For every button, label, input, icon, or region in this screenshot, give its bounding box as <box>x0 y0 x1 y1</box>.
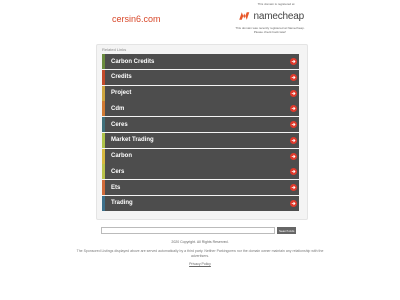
search-ads-button[interactable]: Search Ads <box>277 227 297 234</box>
right-arrow-circle-icon[interactable] <box>290 184 297 191</box>
color-stripe <box>102 164 105 180</box>
related-link-label: Market Trading <box>111 137 154 144</box>
right-arrow-circle-icon[interactable] <box>290 89 297 97</box>
related-link-label: Cdm <box>111 105 125 112</box>
disclaimer-text: The Sponsored Listings displayed above a… <box>76 249 324 258</box>
namecheap-wordmark: namecheap <box>253 10 305 22</box>
related-link-item[interactable]: Market Trading <box>102 132 299 148</box>
related-link-item[interactable]: Carbon Credits <box>102 54 299 69</box>
parked-domain-page: cersin6.com This domain is registered at… <box>0 0 400 300</box>
right-arrow-circle-icon[interactable] <box>290 136 297 144</box>
right-arrow-circle-icon[interactable] <box>290 168 297 176</box>
right-arrow-circle-icon[interactable] <box>290 152 297 160</box>
related-link-item[interactable]: Cers <box>102 164 299 180</box>
related-link-item[interactable]: Ets <box>102 180 299 195</box>
right-arrow-circle-icon[interactable] <box>290 121 297 128</box>
color-stripe <box>102 132 105 148</box>
related-link-label: Credits <box>111 74 132 81</box>
related-link-label: Cers <box>111 168 125 175</box>
namecheap-logo[interactable]: namecheap <box>238 7 304 25</box>
right-arrow-circle-icon[interactable] <box>290 105 297 113</box>
related-link-label: Trading <box>111 200 133 207</box>
registrar-note: This domain was recently registered at N… <box>235 26 305 34</box>
related-link-item[interactable]: Credits <box>102 69 299 85</box>
related-link-item[interactable]: Ceres <box>102 117 299 132</box>
color-stripe <box>102 180 105 195</box>
color-stripe <box>102 195 105 211</box>
search-input[interactable] <box>101 227 275 234</box>
color-stripe <box>102 101 105 117</box>
color-stripe <box>102 54 105 69</box>
copyright-text: 2020 Copyright. All Rights Reserved. <box>171 240 229 244</box>
privacy-policy-link[interactable]: Privacy Policy <box>180 262 220 266</box>
related-link-label: Carbon Credits <box>111 58 155 65</box>
related-link-item[interactable]: Cdm <box>102 101 299 117</box>
color-stripe <box>102 85 105 101</box>
related-link-item[interactable]: Trading <box>102 195 299 211</box>
domain-name: cersin6.com <box>112 14 161 24</box>
namecheap-logo-icon <box>239 12 250 20</box>
related-link-label: Ets <box>111 184 121 191</box>
right-arrow-circle-icon[interactable] <box>290 73 297 81</box>
color-stripe <box>102 117 105 132</box>
registered-at-text: This domain is registered at <box>257 2 295 6</box>
color-stripe <box>102 69 105 85</box>
related-links-panel: Related Links Carbon Credits Credits Proje… <box>96 44 308 220</box>
related-link-label: Project <box>111 90 132 96</box>
search-bar: Search Ads <box>101 227 297 234</box>
right-arrow-circle-icon[interactable] <box>290 199 297 207</box>
color-stripe <box>102 148 105 164</box>
related-link-label: Ceres <box>111 121 128 128</box>
right-arrow-circle-icon[interactable] <box>290 58 297 65</box>
related-links-title: Related Links <box>102 47 127 52</box>
related-link-item[interactable]: Project <box>102 85 299 101</box>
related-links-list: Carbon Credits Credits Project Cdm Ceres Mark… <box>102 54 299 212</box>
related-link-label: Carbon <box>111 153 132 159</box>
related-link-item[interactable]: Carbon <box>102 148 299 164</box>
